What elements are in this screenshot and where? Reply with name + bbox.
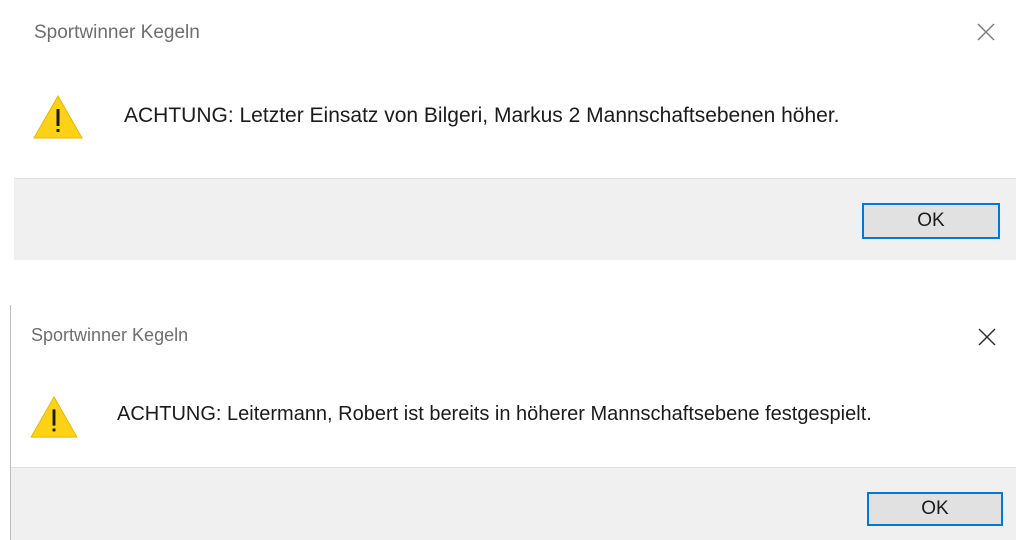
ok-button[interactable]: OK bbox=[862, 203, 1000, 239]
ok-button[interactable]: OK bbox=[867, 492, 1003, 526]
screenshot-stage: Sportwinner Kegeln ACHTUNG: Letzter Eins… bbox=[0, 0, 1016, 540]
close-icon bbox=[977, 23, 995, 41]
message-row: ACHTUNG: Leitermann, Robert ist bereits … bbox=[11, 389, 1016, 453]
dialog-message: ACHTUNG: Letzter Einsatz von Bilgeri, Ma… bbox=[124, 104, 840, 127]
dialog-titlebar[interactable]: Sportwinner Kegeln bbox=[14, 0, 1016, 70]
close-icon bbox=[978, 328, 996, 346]
dialog-message: ACHTUNG: Leitermann, Robert ist bereits … bbox=[117, 403, 872, 425]
dialog-title: Sportwinner Kegeln bbox=[34, 22, 200, 43]
dialog-title: Sportwinner Kegeln bbox=[31, 325, 189, 345]
message-dialog-1: Sportwinner Kegeln ACHTUNG: Letzter Eins… bbox=[14, 0, 1016, 260]
close-button[interactable] bbox=[965, 317, 1009, 357]
dialog-footer: OK bbox=[11, 467, 1016, 540]
close-button[interactable] bbox=[964, 12, 1008, 52]
warning-icon bbox=[33, 94, 83, 139]
dialog-titlebar[interactable]: Sportwinner Kegeln bbox=[11, 305, 1016, 375]
warning-icon bbox=[30, 395, 78, 438]
dialog-footer: OK bbox=[14, 178, 1016, 260]
message-dialog-2: Sportwinner Kegeln ACHTUNG: Leitermann, … bbox=[10, 305, 1016, 540]
message-row: ACHTUNG: Letzter Einsatz von Bilgeri, Ma… bbox=[14, 86, 1016, 156]
